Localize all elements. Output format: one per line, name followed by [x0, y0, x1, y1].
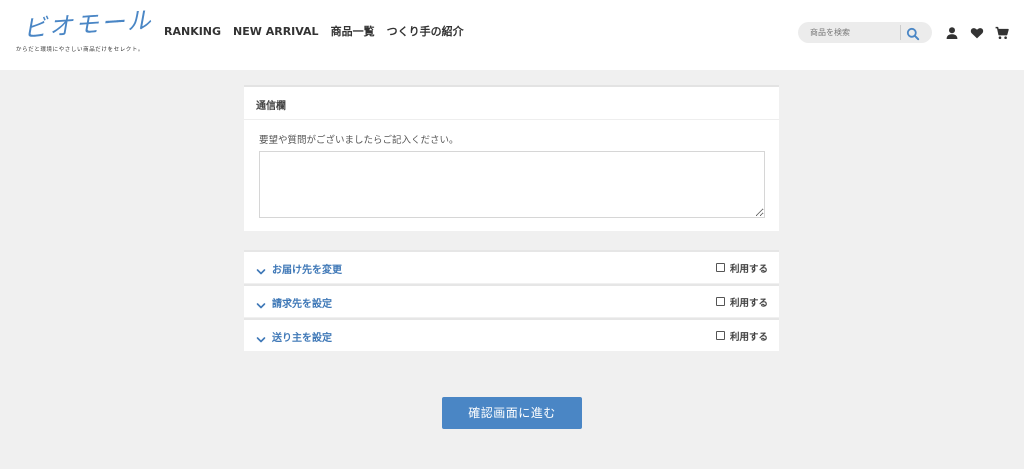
chevron-down-icon	[256, 296, 266, 309]
message-textarea[interactable]	[259, 151, 765, 218]
panel-divider	[244, 119, 779, 120]
search-box	[798, 22, 932, 43]
nav-makers[interactable]: つくり手の紹介	[387, 24, 464, 40]
confirm-button[interactable]: 確認画面に進む	[442, 397, 582, 429]
nav-ranking[interactable]: RANKING	[164, 24, 221, 40]
search-divider	[900, 25, 901, 40]
accordion-billing[interactable]: 請求先を設定 利用する	[244, 284, 779, 317]
chevron-down-icon	[256, 330, 266, 343]
chevron-down-icon	[256, 262, 266, 275]
checkbox-label[interactable]: 利用する	[730, 295, 768, 309]
site-logo[interactable]: ビオモール からだと環境にやさしい商品だけをセレクト。	[16, 6, 156, 59]
nav-product-list[interactable]: 商品一覧	[331, 24, 375, 40]
message-panel-title: 通信欄	[256, 101, 286, 112]
logo-text: ビオモール	[21, 6, 154, 44]
accordion-change-delivery[interactable]: お届け先を変更 利用する	[244, 250, 779, 283]
accordion-label: お届け先を変更	[272, 265, 342, 276]
search-icon[interactable]	[906, 26, 920, 41]
accordion-label: 請求先を設定	[272, 299, 332, 310]
message-panel: 通信欄 要望や質問がございましたらご記入ください。	[244, 85, 779, 231]
cart-icon[interactable]	[995, 25, 1009, 39]
nav-new-arrival[interactable]: NEW ARRIVAL	[233, 24, 319, 40]
use-checkbox[interactable]	[716, 331, 725, 340]
checkbox-label[interactable]: 利用する	[730, 261, 768, 275]
use-checkbox[interactable]	[716, 263, 725, 272]
main-nav: RANKING NEW ARRIVAL 商品一覧 つくり手の紹介	[164, 24, 464, 40]
accordion-label: 送り主を設定	[272, 333, 332, 344]
message-description: 要望や質問がございましたらご記入ください。	[259, 135, 459, 146]
user-icon[interactable]	[945, 25, 959, 39]
checkbox-label[interactable]: 利用する	[730, 329, 768, 343]
site-header: ビオモール からだと環境にやさしい商品だけをセレクト。 RANKING NEW …	[0, 0, 1024, 70]
use-checkbox[interactable]	[716, 297, 725, 306]
search-input[interactable]	[810, 22, 900, 43]
logo-tagline: からだと環境にやさしい商品だけをセレクト。	[16, 47, 144, 53]
heart-icon[interactable]	[970, 25, 984, 39]
accordion-sender[interactable]: 送り主を設定 利用する	[244, 318, 779, 351]
